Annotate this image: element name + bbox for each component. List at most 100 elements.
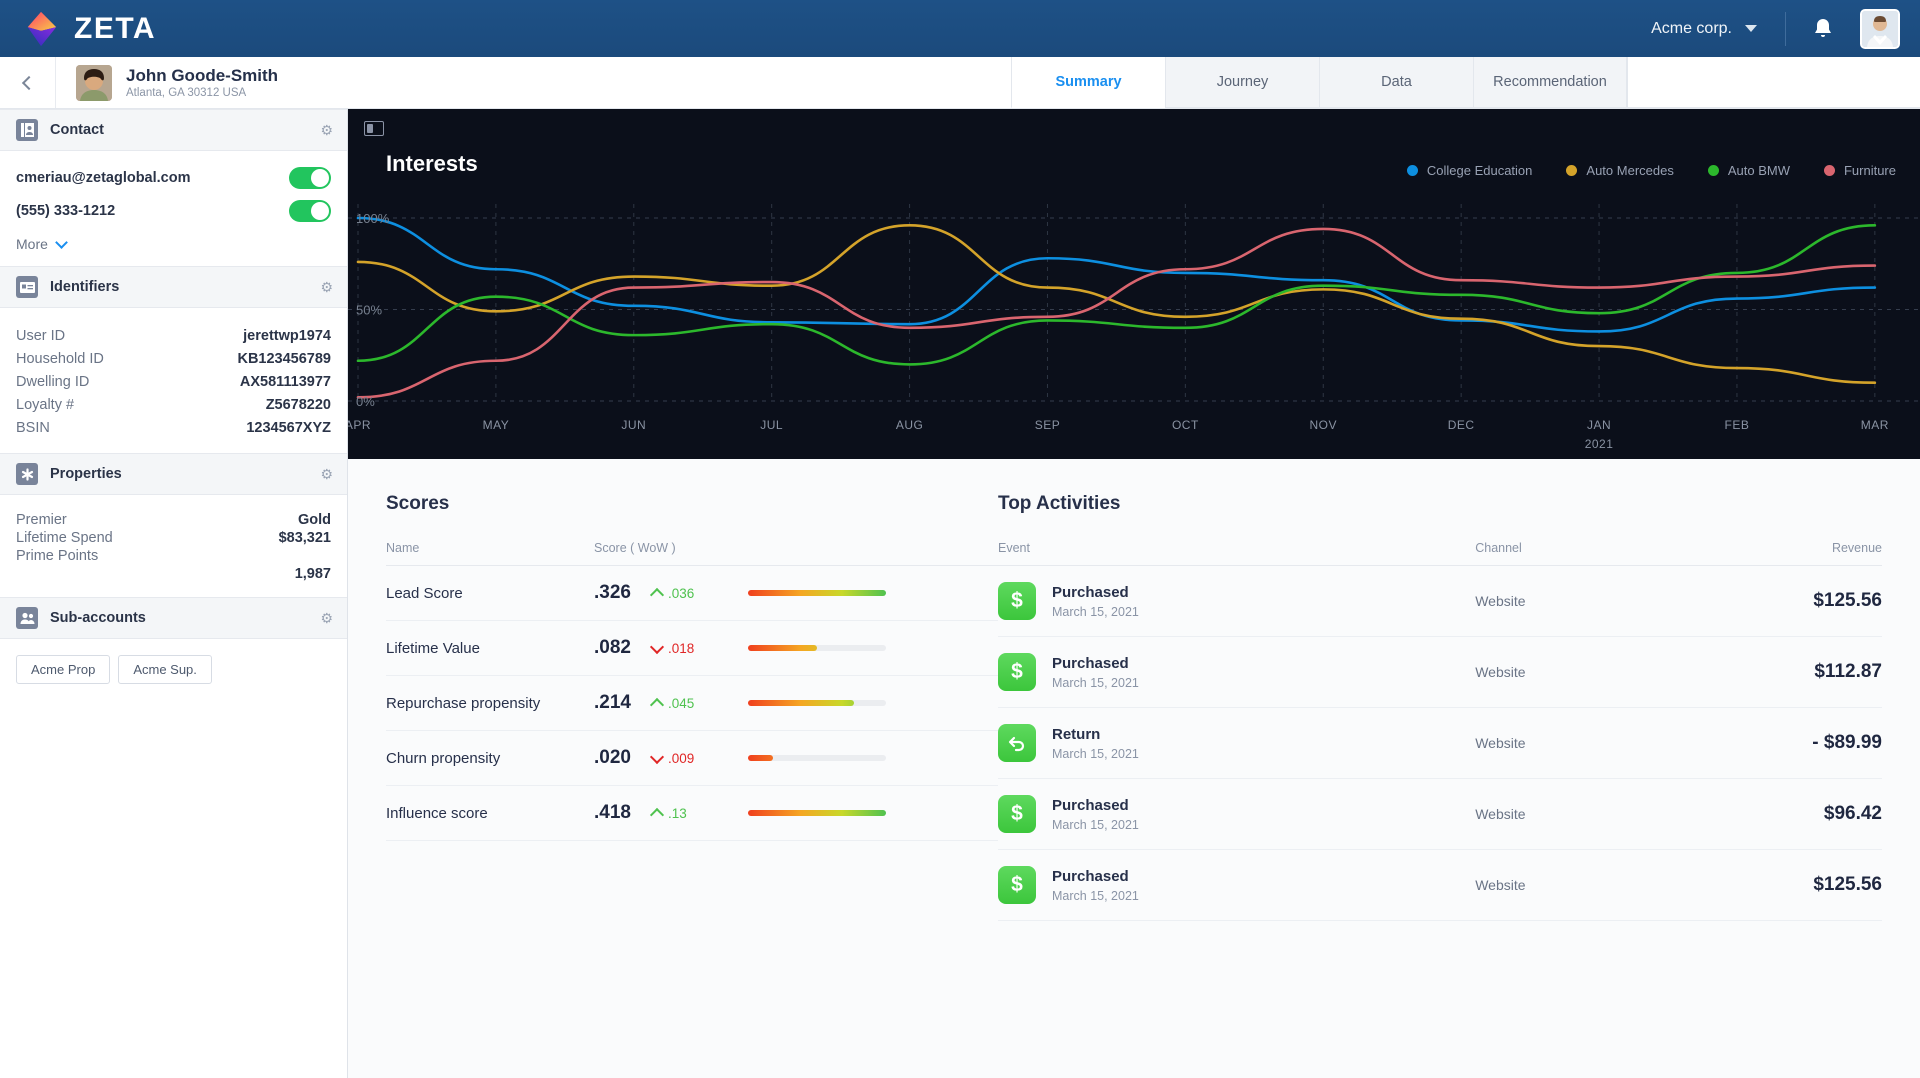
legend-item[interactable]: Auto BMW bbox=[1707, 163, 1790, 178]
identifier-row: Loyalty # Z5678220 bbox=[16, 393, 331, 416]
tab-recommendation[interactable]: Recommendation bbox=[1473, 57, 1627, 108]
gear-icon[interactable]: ⚙ bbox=[320, 279, 333, 296]
chevron-left-icon bbox=[21, 75, 37, 90]
column-header-event: Event bbox=[998, 541, 1476, 566]
page-title: John Goode-Smith bbox=[126, 66, 279, 86]
dollar-sign-icon: $ bbox=[1011, 873, 1023, 896]
x-axis-tick-label: DEC bbox=[1448, 418, 1475, 432]
column-header-channel: Channel bbox=[1475, 541, 1646, 566]
table-row[interactable]: $ Purchased March 15, 2021 Website $112.87 bbox=[998, 636, 1882, 708]
sidebar-section-title: Properties bbox=[50, 466, 122, 482]
sidebar-section-identifiers-header: Identifiers ⚙ bbox=[0, 266, 347, 308]
legend-label: College Education bbox=[1426, 163, 1533, 178]
identifier-key: User ID bbox=[16, 327, 66, 344]
table-row[interactable]: Lead Score .326 .036 bbox=[386, 565, 998, 621]
tab-bar: Summary Journey Data Recommendation bbox=[1011, 57, 1627, 108]
identifier-row: BSIN 1234567XYZ bbox=[16, 416, 331, 439]
table-row[interactable]: Lifetime Value .082 .018 bbox=[386, 620, 998, 676]
email-toggle[interactable] bbox=[289, 167, 331, 189]
score-value: .326 bbox=[594, 565, 652, 621]
subaccount-chip[interactable]: Acme Prop bbox=[16, 655, 111, 685]
identifier-row: User ID jerettwp1974 bbox=[16, 324, 331, 347]
table-row[interactable]: Influence score .418 .13 bbox=[386, 785, 998, 841]
score-bar-cell bbox=[748, 565, 998, 621]
sidebar-section-properties-header: Properties ⚙ bbox=[0, 453, 347, 495]
gear-icon[interactable]: ⚙ bbox=[320, 466, 333, 483]
identifier-row: Dwelling ID AX581113977 bbox=[16, 370, 331, 393]
score-bar-track bbox=[748, 810, 886, 816]
activity-event-cell: $ Purchased March 15, 2021 bbox=[998, 565, 1476, 637]
person-avatar[interactable] bbox=[76, 64, 112, 101]
activity-revenue: $96.42 bbox=[1645, 778, 1882, 850]
chart-svg: 0% 50% 100% APR MAY JUN JUL AUG SEP OCT NOV DEC JAN 2… bbox=[348, 204, 1920, 451]
sidebar: Contact ⚙ cmeriau@zetaglobal.com (555) 3… bbox=[0, 109, 348, 1078]
gear-icon[interactable]: ⚙ bbox=[320, 122, 333, 139]
activity-event-cell: $ Purchased March 15, 2021 bbox=[998, 636, 1476, 708]
notifications-button[interactable] bbox=[1786, 17, 1860, 41]
activity-channel: Website bbox=[1475, 636, 1646, 708]
more-label: More bbox=[16, 236, 48, 252]
contact-email: cmeriau@zetaglobal.com bbox=[16, 170, 191, 186]
brand[interactable]: ZETA bbox=[22, 10, 156, 48]
activities-title: Top Activities bbox=[998, 493, 1121, 514]
tab-data[interactable]: Data bbox=[1319, 57, 1473, 108]
tab-label: Summary bbox=[1055, 74, 1122, 90]
column-header-bar bbox=[748, 541, 998, 566]
activity-date: March 15, 2021 bbox=[1052, 746, 1139, 761]
x-axis-tick-label: JAN bbox=[1587, 418, 1611, 432]
legend-label: Auto Mercedes bbox=[1586, 163, 1674, 178]
legend-label: Furniture bbox=[1843, 163, 1896, 178]
score-bar-fill bbox=[748, 810, 886, 816]
property-key: Prime Points bbox=[16, 548, 99, 565]
table-row[interactable]: $ Purchased March 15, 2021 Website $125.56 bbox=[998, 849, 1882, 921]
legend-item[interactable]: Auto Mercedes bbox=[1566, 163, 1674, 178]
tab-summary[interactable]: Summary bbox=[1011, 57, 1165, 108]
legend-item[interactable]: College Education bbox=[1406, 163, 1533, 178]
identifier-value: KB123456789 bbox=[237, 350, 331, 367]
y-axis-tick-label: 0% bbox=[356, 394, 375, 409]
score-bar-cell bbox=[748, 675, 998, 731]
identifier-key: Loyalty # bbox=[16, 396, 75, 413]
back-button[interactable] bbox=[0, 57, 56, 108]
org-selector[interactable]: Acme corp. bbox=[1651, 20, 1785, 38]
scores-table-body: Lead Score .326 .036 Lifetime Value .082 .018… bbox=[386, 565, 998, 841]
score-bar-track bbox=[748, 590, 886, 596]
property-key: Lifetime Spend bbox=[16, 530, 113, 547]
chart-legend: College Education Auto Mercedes Auto BMW… bbox=[1406, 163, 1896, 178]
identifier-value: AX581113977 bbox=[239, 373, 331, 390]
table-row[interactable]: Churn propensity .020 .009 bbox=[386, 730, 998, 786]
table-row[interactable]: $ Purchased March 15, 2021 Website $125.56 bbox=[998, 565, 1882, 637]
table-row[interactable]: $ Purchased March 15, 2021 Website $96.42 bbox=[998, 778, 1882, 850]
subaccount-chip[interactable]: Acme Sup. bbox=[118, 655, 212, 685]
dollar-icon: $ bbox=[998, 653, 1036, 691]
score-name: Churn propensity bbox=[386, 730, 594, 786]
phone-toggle[interactable] bbox=[289, 200, 331, 222]
tab-journey[interactable]: Journey bbox=[1165, 57, 1319, 108]
score-delta: .018 bbox=[652, 620, 748, 676]
gear-icon[interactable]: ⚙ bbox=[320, 610, 333, 627]
contact-more-button[interactable]: More bbox=[16, 235, 331, 252]
table-row[interactable]: Return March 15, 2021 Website - $89.99 bbox=[998, 707, 1882, 779]
legend-item[interactable]: Furniture bbox=[1823, 163, 1896, 178]
contact-phone-row: (555) 333-1212 bbox=[16, 200, 331, 222]
activities-table: Event Channel Revenue $ Purchased March 15… bbox=[998, 541, 1882, 921]
score-name: Lifetime Value bbox=[386, 620, 594, 676]
sidebar-section-title: Contact bbox=[50, 122, 104, 138]
activity-date: March 15, 2021 bbox=[1052, 817, 1139, 832]
score-bar-fill bbox=[748, 700, 855, 706]
tab-bar-filler bbox=[1627, 57, 1920, 108]
table-row[interactable]: Repurchase propensity .214 .045 bbox=[386, 675, 998, 731]
chart-title: Interests bbox=[386, 151, 478, 176]
chevron-down-icon bbox=[55, 235, 68, 249]
activity-event-cell: $ Purchased March 15, 2021 bbox=[998, 849, 1476, 921]
collapse-panel-icon[interactable] bbox=[364, 121, 384, 136]
org-label: Acme corp. bbox=[1651, 19, 1732, 37]
property-value: Gold bbox=[297, 512, 331, 528]
column-header-name: Name bbox=[386, 541, 594, 566]
avatar[interactable] bbox=[1860, 8, 1900, 49]
sub-header: John Goode-Smith Atlanta, GA 30312 USA S… bbox=[0, 57, 1920, 109]
activity-revenue: - $89.99 bbox=[1645, 707, 1882, 779]
top-bar: ZETA Acme corp. bbox=[0, 0, 1920, 57]
scores-panel: Scores Name Score ( WoW ) Lead Score .326… bbox=[348, 459, 998, 1078]
tab-label: Data bbox=[1381, 74, 1412, 90]
